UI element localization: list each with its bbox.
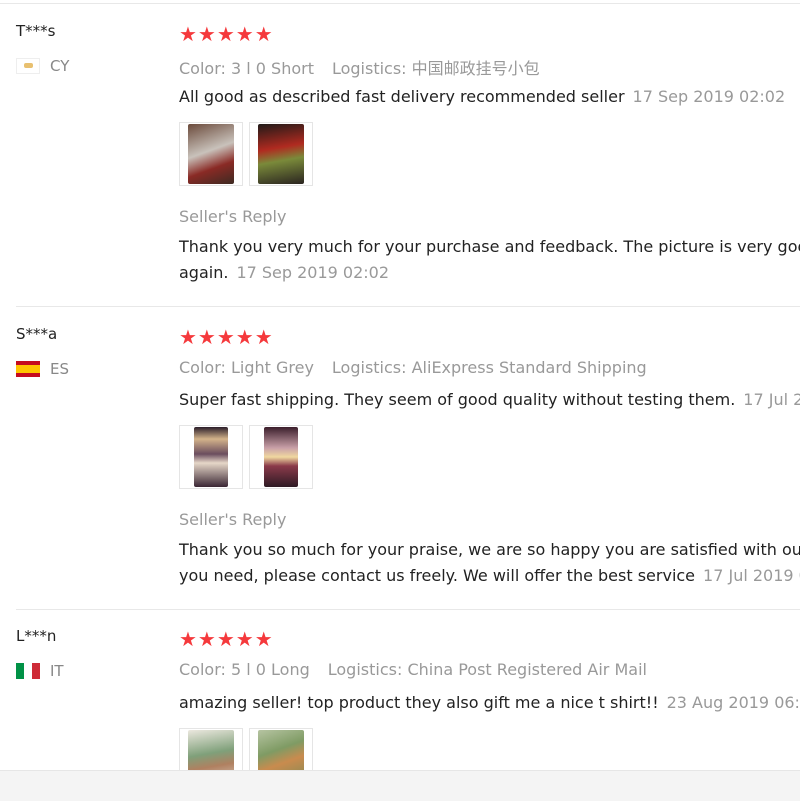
photo-image (258, 124, 304, 184)
reviewer-country: IT (16, 662, 64, 680)
comment-text: amazing seller! top product they also gi… (179, 693, 659, 712)
star-rating: ★★★★★ (179, 627, 274, 651)
comment-text: Super fast shipping. They seem of good q… (179, 390, 736, 409)
reply-date: 17 Jul 2019 0 (703, 566, 800, 585)
star-rating: ★★★★★ (179, 325, 274, 349)
review-divider (16, 609, 800, 610)
seller-reply-text-cont: you need, please contact us freely. We w… (179, 566, 800, 585)
country-code: IT (50, 662, 64, 680)
reviewer-country: CY (16, 57, 69, 75)
seller-reply-text-cont: again. 17 Sep 2019 02:02 (179, 263, 389, 282)
review-comment: Super fast shipping. They seem of good q… (179, 390, 800, 409)
review-divider (16, 306, 800, 307)
reply-date: 17 Sep 2019 02:02 (236, 263, 390, 282)
review-date: 17 Sep 2019 02:02 (632, 87, 786, 106)
review-photos (179, 425, 313, 489)
seller-reply-text: Thank you so much for your praise, we ar… (179, 540, 800, 559)
seller-reply-label: Seller's Reply (179, 207, 287, 226)
bottom-bar (0, 770, 800, 801)
review-photos (179, 122, 313, 186)
review-meta: Color: 5 l 0 Long Logistics: China Post R… (179, 660, 647, 679)
country-code: ES (50, 360, 69, 378)
flag-es-icon (16, 361, 40, 377)
reply-text: again. (179, 263, 229, 282)
star-rating: ★★★★★ (179, 22, 274, 46)
review-photo-thumbnail[interactable] (179, 425, 243, 489)
seller-reply-label: Seller's Reply (179, 510, 287, 529)
logistics: Logistics: China Post Registered Air Mai… (327, 660, 647, 679)
country-code: CY (50, 57, 70, 75)
sku-color: Color: 3 l 0 Short (179, 59, 314, 78)
sku-color: Color: Light Grey (179, 358, 314, 377)
reviewer-name: S***a (16, 325, 58, 343)
review-date: 17 Jul 2019 (743, 390, 800, 409)
review-photo-thumbnail[interactable] (179, 122, 243, 186)
top-divider (0, 3, 800, 4)
review-comment: All good as described fast delivery reco… (179, 87, 785, 106)
photo-image (188, 124, 234, 184)
review-date: 23 Aug 2019 06:44 (666, 693, 800, 712)
reviewer-country: ES (16, 360, 69, 378)
review-comment: amazing seller! top product they also gi… (179, 693, 800, 712)
comment-text: All good as described fast delivery reco… (179, 87, 625, 106)
logistics: Logistics: AliExpress Standard Shipping (331, 358, 647, 377)
reviewer-name: L***n (16, 627, 57, 645)
photo-image (194, 427, 228, 487)
reply-text: you need, please contact us freely. We w… (179, 566, 696, 585)
logistics: Logistics: 中国邮政挂号小包 (331, 59, 540, 78)
review-photo-thumbnail[interactable] (249, 122, 313, 186)
review-photo-thumbnail[interactable] (249, 425, 313, 489)
review-meta: Color: 3 l 0 Short Logistics: 中国邮政挂号小包 (179, 55, 540, 79)
photo-image (264, 427, 298, 487)
reviewer-name: T***s (16, 22, 56, 40)
flag-it-icon (16, 663, 40, 679)
flag-cy-icon (16, 58, 40, 74)
sku-color: Color: 5 l 0 Long (179, 660, 310, 679)
seller-reply-text: Thank you very much for your purchase an… (179, 237, 800, 256)
review-meta: Color: Light Grey Logistics: AliExpress S… (179, 358, 647, 377)
